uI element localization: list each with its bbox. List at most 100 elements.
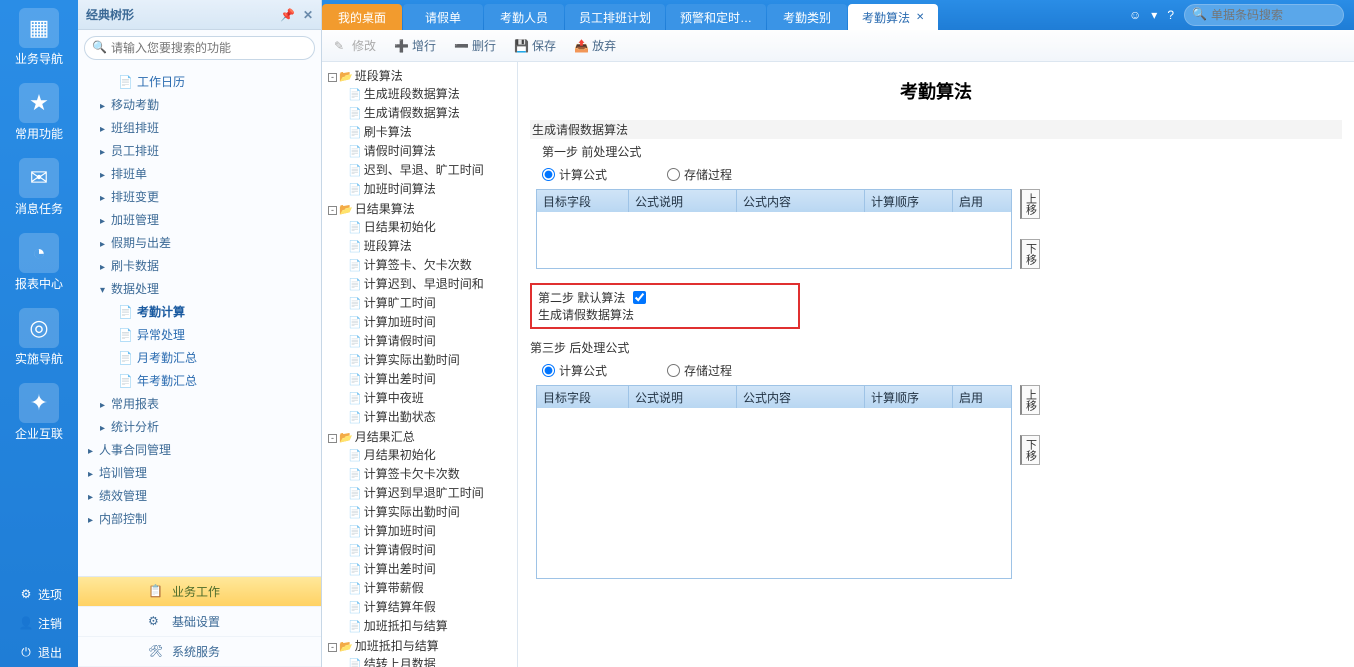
tree-item[interactable]: 统计分析 (88, 415, 321, 438)
alg-leaf[interactable]: 计算迟到、早退时间和 (344, 274, 515, 293)
alg-leaf[interactable]: 计算旷工时间 (344, 293, 515, 312)
alg-leaf[interactable]: 计算出差时间 (344, 369, 515, 388)
nav-msg[interactable]: ✉消息任务 (0, 150, 78, 225)
tree-item[interactable]: 员工排班 (88, 139, 321, 162)
barcode-search-input[interactable] (1184, 4, 1344, 26)
alg-leaf[interactable]: 计算签卡、欠卡次数 (344, 255, 515, 274)
smile-icon[interactable]: ☺ (1129, 8, 1141, 22)
tree-item[interactable]: 刷卡数据 (88, 254, 321, 277)
nav-fav[interactable]: ★常用功能 (0, 75, 78, 150)
tree-item-kqjs[interactable]: 📄考勤计算 (88, 300, 321, 323)
radio-calc[interactable]: 计算公式 (542, 166, 607, 183)
alg-leaf[interactable]: 计算实际出勤时间 (344, 350, 515, 369)
alg-leaf[interactable]: 计算请假时间 (344, 331, 515, 350)
alg-leaf[interactable]: 班段算法 (344, 236, 515, 255)
tab-staff[interactable]: 考勤人员 (484, 4, 564, 30)
tab-alert[interactable]: 预警和定时… (666, 4, 766, 30)
tree-body[interactable]: 📄工作日历 移动考勤 班组排班 员工排班 排班单 排班变更 加班管理 假期与出差… (78, 66, 321, 576)
alg-leaf[interactable]: 请假时间算法 (344, 141, 515, 160)
move-down-button-2[interactable]: 下移 (1020, 435, 1040, 465)
tab-close-icon[interactable]: ✕ (916, 12, 924, 23)
tree-item[interactable]: 加班管理 (88, 208, 321, 231)
alg-leaf[interactable]: 日结果初始化 (344, 217, 515, 236)
tab-home[interactable]: 我的桌面 (322, 4, 402, 30)
default-alg-checkbox[interactable] (633, 291, 646, 304)
alg-leaf[interactable]: 生成班段数据算法 (344, 84, 515, 103)
bottom-tab-base[interactable]: ⚙基础设置 (78, 607, 321, 637)
nav-options[interactable]: ⚙选项 (0, 580, 78, 609)
tree-item[interactable]: 人事合同管理 (88, 438, 321, 461)
nav-impl[interactable]: ◎实施导航 (0, 300, 78, 375)
tree-item[interactable]: 排班单 (88, 162, 321, 185)
tree-item[interactable]: 班组排班 (88, 116, 321, 139)
radio-proc-2[interactable]: 存储过程 (667, 362, 732, 379)
tree-item[interactable]: 📄年考勤汇总 (88, 369, 321, 392)
move-up-button[interactable]: 上移 (1020, 189, 1040, 219)
alg-leaf[interactable]: 计算中夜班 (344, 388, 515, 407)
tab-algorithm[interactable]: 考勤算法✕ (848, 4, 938, 30)
radio-calc-2-input[interactable] (542, 364, 555, 377)
tree-item[interactable]: 排班变更 (88, 185, 321, 208)
alg-leaf[interactable]: 计算签卡欠卡次数 (344, 464, 515, 483)
tab-category[interactable]: 考勤类别 (767, 4, 847, 30)
alg-node[interactable]: -日结果算法 日结果初始化 班段算法 计算签卡、欠卡次数 计算迟到、早退时间和 … (324, 199, 515, 427)
tree-item[interactable]: 假期与出差 (88, 231, 321, 254)
post-formula-table[interactable]: 目标字段 公式说明 公式内容 计算顺序 启用 (536, 385, 1012, 579)
alg-node[interactable]: -月结果汇总 月结果初始化 计算签卡欠卡次数 计算迟到早退旷工时间 计算实际出勤… (324, 427, 515, 636)
tree-item[interactable]: 移动考勤 (88, 93, 321, 116)
nav-biz[interactable]: ▦业务导航 (0, 0, 78, 75)
alg-leaf[interactable]: 计算带薪假 (344, 578, 515, 597)
bottom-tab-biz[interactable]: 📋业务工作 (78, 577, 321, 607)
alg-leaf[interactable]: 生成请假数据算法 (344, 103, 515, 122)
move-down-button[interactable]: 下移 (1020, 239, 1040, 269)
alg-leaf[interactable]: 计算加班时间 (344, 312, 515, 331)
nav-report[interactable]: ◔报表中心 (0, 225, 78, 300)
alg-node[interactable]: -加班抵扣与结算 结转上月数据 加班抵扣 结算加班 (324, 636, 515, 667)
discard-button[interactable]: 📤放弃 (574, 37, 616, 54)
pin-icon[interactable]: 📌 (280, 8, 295, 22)
alg-leaf[interactable]: 计算加班时间 (344, 521, 515, 540)
tab-leave[interactable]: 请假单 (403, 4, 483, 30)
tree-item[interactable]: 📄异常处理 (88, 323, 321, 346)
tree-item[interactable]: 绩效管理 (88, 484, 321, 507)
alg-leaf[interactable]: 加班抵扣与结算 (344, 616, 515, 635)
tree-item[interactable]: 📄月考勤汇总 (88, 346, 321, 369)
alg-leaf[interactable]: 月结果初始化 (344, 445, 515, 464)
tree-item[interactable]: 📄工作日历 (88, 70, 321, 93)
close-icon[interactable]: ✕ (303, 8, 313, 22)
tree-item[interactable]: 培训管理 (88, 461, 321, 484)
tree-item[interactable]: 常用报表 (88, 392, 321, 415)
tree-search-input[interactable] (84, 36, 315, 60)
alg-leaf[interactable]: 计算结算年假 (344, 597, 515, 616)
alg-leaf[interactable]: 结转上月数据 (344, 654, 515, 667)
alg-leaf[interactable]: 刷卡算法 (344, 122, 515, 141)
alg-leaf[interactable]: 计算出勤状态 (344, 407, 515, 426)
radio-proc[interactable]: 存储过程 (667, 166, 732, 183)
add-row-button[interactable]: ➕增行 (394, 37, 436, 54)
bottom-tab-sys[interactable]: 🛠系统服务 (78, 637, 321, 667)
alg-leaf[interactable]: 计算请假时间 (344, 540, 515, 559)
del-row-button[interactable]: ➖删行 (454, 37, 496, 54)
pre-formula-table[interactable]: 目标字段 公式说明 公式内容 计算顺序 启用 (536, 189, 1012, 269)
radio-proc-input[interactable] (667, 168, 680, 181)
algorithm-tree[interactable]: -班段算法 生成班段数据算法 生成请假数据算法 刷卡算法 请假时间算法 迟到、早… (322, 62, 518, 667)
save-button[interactable]: 💾保存 (514, 37, 556, 54)
tab-schedule[interactable]: 员工排班计划 (565, 4, 665, 30)
alg-leaf[interactable]: 计算迟到早退旷工时间 (344, 483, 515, 502)
alg-leaf[interactable]: 迟到、早退、旷工时间 (344, 160, 515, 179)
alg-node[interactable]: -班段算法 生成班段数据算法 生成请假数据算法 刷卡算法 请假时间算法 迟到、早… (324, 66, 515, 199)
tree-item[interactable]: 内部控制 (88, 507, 321, 530)
dropdown-icon[interactable]: ▾ (1151, 8, 1157, 22)
help-icon[interactable]: ? (1167, 8, 1174, 22)
nav-ent[interactable]: ✦企业互联 (0, 375, 78, 450)
tree-item[interactable]: 数据处理 (88, 277, 321, 300)
radio-calc-2[interactable]: 计算公式 (542, 362, 607, 379)
move-up-button-2[interactable]: 上移 (1020, 385, 1040, 415)
radio-proc-2-input[interactable] (667, 364, 680, 377)
nav-exit[interactable]: ⏻退出 (0, 638, 78, 667)
alg-leaf[interactable]: 加班时间算法 (344, 179, 515, 198)
nav-logout[interactable]: 👤注销 (0, 609, 78, 638)
radio-calc-input[interactable] (542, 168, 555, 181)
modify-button[interactable]: ✎修改 (334, 37, 376, 54)
alg-leaf[interactable]: 计算出差时间 (344, 559, 515, 578)
